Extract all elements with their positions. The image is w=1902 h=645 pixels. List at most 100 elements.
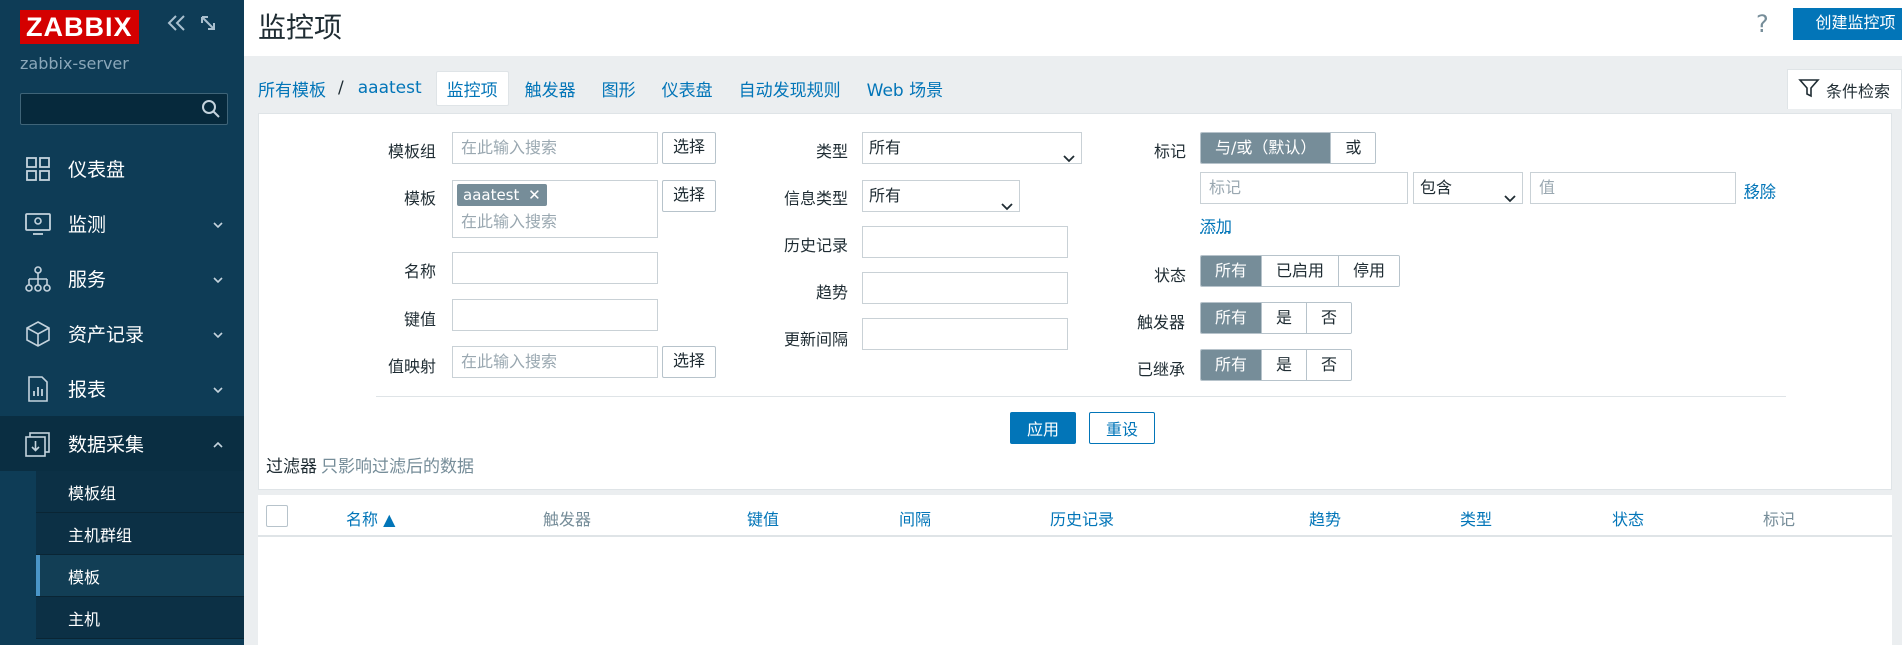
tags-evaltype-toggle: 与/或（默认） 或 [1200,132,1377,164]
sub-item-template-groups[interactable]: 模板组 [36,471,244,513]
triggers-toggle: 所有 是 否 [1200,302,1353,334]
menu-item-dashboards[interactable]: 仪表盘 [0,141,244,196]
tab-graphs[interactable]: 图形 [602,76,636,101]
inherited-toggle: 所有 是 否 [1200,349,1353,381]
column-interval[interactable]: 间隔 [899,506,931,530]
key-input[interactable] [452,299,658,331]
tab-triggers[interactable]: 触发器 [525,76,576,101]
type-select[interactable]: 所有 [862,132,1082,164]
name-input[interactable] [452,252,658,284]
filter-icon [1798,77,1820,103]
select-all-checkbox[interactable] [266,505,288,527]
items-table: 名称 ▲ 触发器 键值 间隔 历史记录 趋势 类型 状态 标记 [258,495,1892,645]
column-type[interactable]: 类型 [1460,506,1492,530]
menu-item-services[interactable]: 服务 [0,251,244,306]
create-item-button[interactable]: 创建监控项 [1793,8,1902,40]
column-name[interactable]: 名称 ▲ [346,506,395,530]
value-map-select-button[interactable]: 选择 [662,346,717,378]
search-icon[interactable] [201,99,221,123]
filter-toggle-tab[interactable]: 条件检索 [1787,69,1902,109]
trends-input[interactable] [862,272,1068,304]
menu-label: 监测 [68,214,107,236]
collapse-sidebar-icon[interactable] [167,14,187,36]
menu-item-reports[interactable]: 报表 [0,361,244,416]
services-icon [24,265,52,293]
update-interval-input[interactable] [862,318,1068,350]
template-chip: aaatest ✕ [457,184,547,206]
tab-discovery-rules[interactable]: 自动发现规则 [739,76,841,101]
column-trends[interactable]: 趋势 [1309,506,1341,530]
breadcrumb-template[interactable]: aaatest [358,78,422,98]
status-toggle: 所有 已启用 停用 [1200,255,1401,287]
tag-remove-link[interactable]: 移除 [1744,178,1776,202]
column-history[interactable]: 历史记录 [1050,506,1114,530]
status-enabled-option[interactable]: 已启用 [1261,256,1339,286]
menu-item-monitoring[interactable]: 监测 [0,196,244,251]
sub-item-templates[interactable]: 模板 [36,555,244,597]
tag-value-input[interactable]: 值 [1530,172,1736,204]
value-map-input[interactable]: 在此输入搜索 [452,346,658,378]
triggers-all-option[interactable]: 所有 [1201,303,1262,333]
menu-label: 报表 [68,379,107,401]
tags-andor-option[interactable]: 与/或（默认） [1201,133,1331,163]
info-type-select[interactable]: 所有 [862,180,1020,212]
chevron-down-icon [212,272,224,288]
filter-tab-label: 条件检索 [1826,81,1891,101]
template-chip-label: aaatest [463,186,520,204]
tab-dashboards[interactable]: 仪表盘 [662,76,713,101]
menu-item-inventory[interactable]: 资产记录 [0,306,244,361]
tag-add-link[interactable]: 添加 [1200,213,1232,237]
inherited-no-option[interactable]: 否 [1306,350,1352,380]
chevron-down-icon [1001,191,1013,221]
inherited-yes-option[interactable]: 是 [1261,350,1307,380]
info-type-value: 所有 [869,186,902,205]
chevron-down-icon [212,217,224,233]
main-menu: 仪表盘 监测 服务 资产记录 报表 数据采集 [0,141,244,471]
menu-item-data-collection[interactable]: 数据采集 [0,416,244,471]
breadcrumb-all-templates[interactable]: 所有模板 [258,76,326,101]
close-icon[interactable]: ✕ [528,186,541,204]
column-key[interactable]: 键值 [747,506,779,530]
template-search-input[interactable]: 在此输入搜索 [461,207,557,237]
apply-button[interactable]: 应用 [1010,412,1076,444]
tag-name-input[interactable]: 标记 [1200,172,1408,204]
server-name: zabbix-server [20,54,129,73]
update-interval-label: 更新间隔 [784,330,849,349]
column-status[interactable]: 状态 [1612,506,1644,530]
tags-or-option[interactable]: 或 [1330,133,1376,163]
type-value: 所有 [869,138,902,157]
inherited-label: 已继承 [1137,360,1186,379]
tab-items[interactable]: 监控项 [435,70,509,106]
trends-label: 趋势 [816,283,849,302]
help-icon[interactable]: ? [1756,10,1769,38]
name-label: 名称 [404,262,437,281]
value-map-label: 值映射 [388,357,437,376]
reset-button[interactable]: 重设 [1089,412,1155,444]
sub-item-hosts[interactable]: 主机 [36,597,244,639]
history-input[interactable] [862,226,1068,258]
monitor-icon [24,210,52,238]
inherited-all-option[interactable]: 所有 [1201,350,1262,380]
sidebar-search-input[interactable] [20,93,228,125]
history-label: 历史记录 [784,236,849,255]
kiosk-mode-icon[interactable] [199,14,217,36]
tab-web-scenarios[interactable]: Web 场景 [867,76,943,101]
status-all-option[interactable]: 所有 [1201,256,1262,286]
sidebar-controls [167,14,217,36]
template-group-select-button[interactable]: 选择 [662,132,717,164]
tag-operator-value: 包含 [1420,178,1453,197]
key-label: 键值 [404,310,437,329]
status-disabled-option[interactable]: 停用 [1338,256,1400,286]
template-label: 模板 [404,189,437,208]
triggers-yes-option[interactable]: 是 [1261,303,1307,333]
template-group-input[interactable]: 在此输入搜索 [452,132,658,164]
table-header: 名称 ▲ 触发器 键值 间隔 历史记录 趋势 类型 状态 标记 [258,495,1892,537]
triggers-no-option[interactable]: 否 [1306,303,1352,333]
data-collection-icon [24,430,52,458]
sub-item-host-groups[interactable]: 主机群组 [36,513,244,555]
filter-note-title: 过滤器 [266,457,317,477]
tag-operator-select[interactable]: 包含 [1413,172,1523,204]
zabbix-logo[interactable]: ZABBIX [20,10,139,44]
template-select-button[interactable]: 选择 [662,180,717,212]
menu-label: 资产记录 [68,324,145,346]
